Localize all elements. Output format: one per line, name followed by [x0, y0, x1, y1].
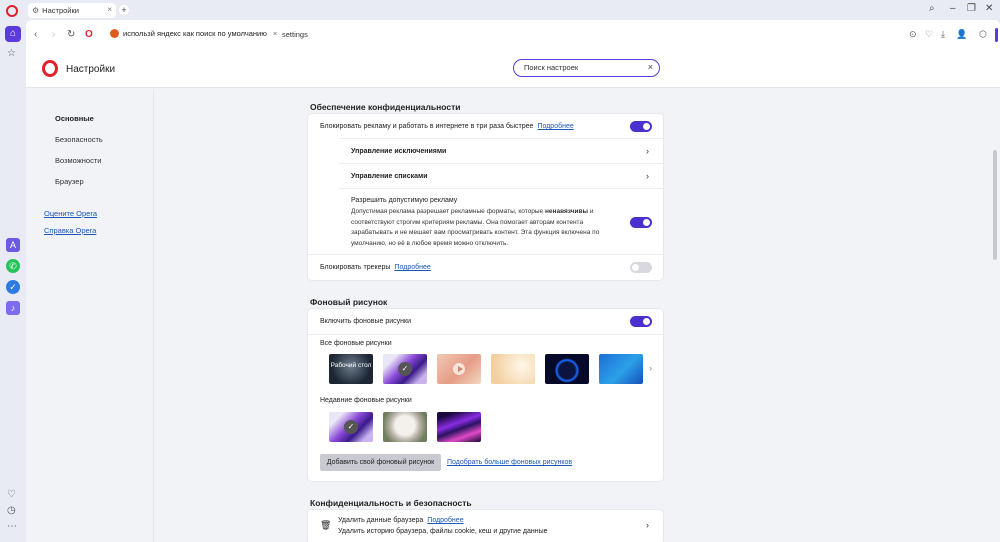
clear-data-label: Удалить данные браузера	[338, 517, 424, 524]
acceptable-ads-toggle[interactable]	[630, 217, 652, 228]
rate-opera-link[interactable]: Оцените Opera	[44, 209, 97, 218]
recent-wallpapers-label: Недавние фоновые рисунки	[320, 397, 412, 404]
opera-logo-icon	[42, 60, 58, 77]
download-icon[interactable]: ⤓	[941, 29, 945, 40]
wallpaper-section-title: Фоновый рисунок	[310, 297, 388, 307]
page-title: Настройки	[66, 64, 116, 75]
close-tab-icon[interactable]: ×	[107, 5, 112, 14]
close-window-icon[interactable]: ✕	[985, 3, 993, 14]
scrollbar[interactable]	[993, 150, 997, 260]
yandex-notice[interactable]: использй яндекс как поиск по умолчанию ×	[110, 29, 277, 38]
yandex-icon	[110, 29, 119, 38]
history-icon[interactable]: ◷	[7, 505, 16, 516]
wallpaper-thumb-peach-video[interactable]	[437, 354, 481, 384]
manage-exceptions[interactable]: Управление исключениями	[351, 148, 446, 155]
url-text[interactable]: settings	[282, 30, 308, 39]
camera-icon[interactable]: ⊙	[909, 29, 917, 40]
home-icon[interactable]: ⌂	[5, 26, 21, 42]
forward-icon[interactable]: ›	[52, 29, 55, 40]
yandex-notice-text: использй яндекс как поиск по умолчанию	[123, 29, 267, 38]
aria-icon[interactable]: A	[6, 238, 20, 252]
close-notice-icon[interactable]: ×	[273, 29, 277, 38]
nav-item-features[interactable]: Возможности	[55, 156, 101, 165]
tab-settings[interactable]: ⚙ Настройки ×	[28, 3, 116, 18]
desktop-thumb-label: Рабочий стол	[330, 362, 372, 369]
clear-search-icon[interactable]: ×	[648, 60, 653, 75]
chevron-right-icon[interactable]: ›	[646, 171, 649, 181]
whatsapp-icon[interactable]: ✆	[6, 259, 20, 273]
tab-title: Настройки	[42, 6, 79, 15]
recent-thumb-purple-swirl[interactable]	[437, 412, 481, 442]
heart-icon[interactable]: ♡	[7, 489, 16, 500]
wallpaper-thumb-purple[interactable]: ✓	[383, 354, 427, 384]
extensions-icon[interactable]: ⬡	[979, 29, 987, 40]
wallpaper-thumb-desktop[interactable]: Рабочий стол	[329, 354, 373, 384]
block-trackers-more-link[interactable]: Подробнее	[394, 264, 430, 271]
profile-icon[interactable]: 👤	[956, 29, 967, 40]
trash-icon: 🗑	[320, 520, 332, 530]
recent-thumb-dog[interactable]	[383, 412, 427, 442]
title-bar: ⚙ Настройки × + ⌕ – ❐ ✕	[0, 0, 1000, 20]
clear-data-row[interactable]: Удалить данные браузера Подробнее	[338, 517, 464, 524]
nav-item-browser[interactable]: Браузер	[55, 177, 84, 186]
search-value: Поиск настроек	[524, 63, 579, 72]
restore-icon[interactable]: ❐	[967, 3, 976, 14]
chevron-right-icon[interactable]: ›	[649, 363, 652, 373]
selected-check-icon: ✓	[398, 362, 412, 376]
play-icon	[453, 363, 465, 375]
search-tabs-icon[interactable]: ⌕	[929, 3, 935, 14]
vk-icon[interactable]: ✓	[6, 280, 20, 294]
address-bar: ‹ › ↻ O использй яндекс как поиск по умо…	[26, 20, 1000, 50]
chevron-right-icon[interactable]: ›	[646, 520, 649, 530]
block-ads-row: Блокировать рекламу и работать в интерне…	[320, 123, 574, 130]
add-wallpaper-button[interactable]: Добавить свой фоновый рисунок	[320, 454, 441, 471]
accent-indicator	[995, 28, 998, 42]
reload-icon[interactable]: ↻	[67, 29, 75, 40]
player-icon[interactable]: ♪	[6, 301, 20, 315]
clear-data-more-link[interactable]: Подробнее	[427, 517, 463, 524]
nav-item-security[interactable]: Безопасность	[55, 135, 103, 144]
gear-icon: ⚙	[32, 6, 40, 15]
heart-bookmark-icon[interactable]: ♡	[925, 29, 933, 40]
block-ads-more-link[interactable]: Подробнее	[537, 123, 573, 130]
block-ads-label: Блокировать рекламу и работать в интерне…	[320, 123, 534, 130]
wallpaper-thumb-blue-ring[interactable]	[545, 354, 589, 384]
selected-check-icon: ✓	[344, 420, 358, 434]
back-icon[interactable]: ‹	[34, 29, 37, 40]
block-trackers-row: Блокировать трекеры Подробнее	[320, 264, 431, 271]
wallpaper-thumb-blue-wave[interactable]	[599, 354, 643, 384]
enable-wallpaper-toggle[interactable]	[630, 316, 652, 327]
wallpaper-card: Включить фоновые рисунки Все фоновые рис…	[308, 309, 663, 481]
minimize-icon[interactable]: –	[950, 3, 956, 14]
block-trackers-label: Блокировать трекеры	[320, 264, 391, 271]
all-wallpapers-label: Все фоновые рисунки	[320, 340, 392, 347]
settings-content: Настройки Поиск настроек × Основные Безо…	[26, 50, 1000, 542]
chevron-right-icon[interactable]: ›	[646, 146, 649, 156]
block-ads-toggle[interactable]	[630, 121, 652, 132]
settings-nav: Основные Безопасность Возможности Браузе…	[26, 89, 154, 542]
acceptable-ads-title: Разрешить допустимую рекламу	[351, 197, 458, 204]
clear-data-desc: Удалить историю браузера, файлы cookie, …	[338, 528, 548, 535]
nav-item-basic[interactable]: Основные	[55, 114, 94, 123]
privacy-section-title: Обеспечение конфиденциальности	[310, 102, 461, 112]
new-tab-button[interactable]: +	[119, 5, 129, 15]
block-trackers-toggle[interactable]	[630, 262, 652, 273]
more-icon[interactable]: ⋯	[7, 521, 17, 532]
opera-badge-icon: O	[85, 29, 93, 40]
more-wallpapers-link[interactable]: Подобрать больше фоновых рисунков	[447, 459, 572, 466]
privacy-card: Блокировать рекламу и работать в интерне…	[308, 114, 663, 280]
settings-search-input[interactable]: Поиск настроек ×	[513, 59, 660, 77]
security-section-title: Конфиденциальность и безопасность	[310, 498, 472, 508]
acceptable-ads-desc: Допустимая реклама разрешает рекламные ф…	[351, 208, 600, 247]
opera-sidebar: ⌂ ☆ A ✆ ✓ ♪ ♡ ◷ ⋯	[0, 20, 26, 542]
settings-header: Настройки Поиск настроек ×	[26, 50, 1000, 88]
manage-lists[interactable]: Управление списками	[351, 173, 428, 180]
opera-help-link[interactable]: Справка Opera	[44, 226, 96, 235]
security-card: 🗑 Удалить данные браузера Подробнее Удали…	[308, 510, 663, 542]
bookmarks-star-icon[interactable]: ☆	[7, 48, 16, 59]
enable-wallpaper-label: Включить фоновые рисунки	[320, 318, 411, 325]
opera-menu-icon[interactable]	[6, 5, 18, 17]
recent-thumb-purple[interactable]: ✓	[329, 412, 373, 442]
wallpaper-thumb-cream[interactable]	[491, 354, 535, 384]
